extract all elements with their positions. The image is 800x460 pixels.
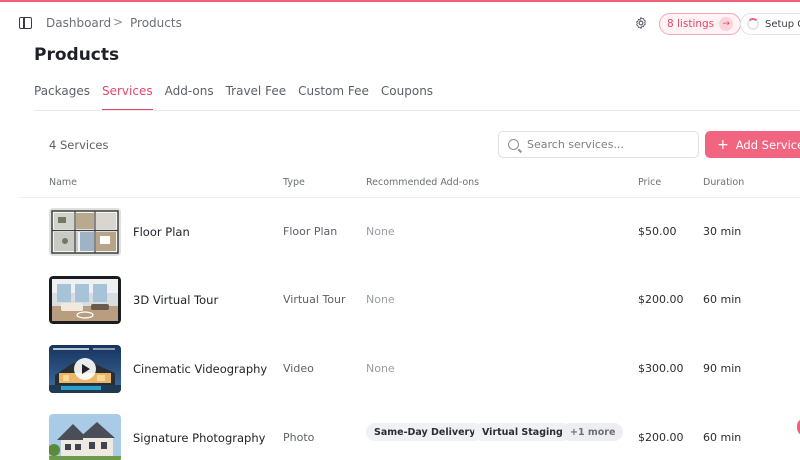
- column-header-type[interactable]: Type: [283, 177, 305, 188]
- service-duration: 30 min: [703, 225, 742, 238]
- virtual-tour-thumbnail: [49, 276, 121, 324]
- breadcrumb-products: Products: [130, 16, 182, 30]
- add-service-label: Add Service: [735, 137, 800, 152]
- tab-services[interactable]: Services: [102, 84, 153, 111]
- table-row[interactable]: Signature Photography Photo Same-Day Del…: [18, 404, 800, 460]
- table-row[interactable]: Floor Plan Floor Plan None $50.00 30 min: [18, 198, 800, 266]
- page-title: Products: [34, 45, 120, 65]
- service-duration: 60 min: [703, 431, 742, 444]
- service-addons: None: [366, 293, 395, 306]
- floor-plan-thumbnail: [49, 208, 121, 256]
- sidebar-toggle-icon[interactable]: [19, 17, 32, 29]
- table-row[interactable]: Cinematic Videography Video None $300.00…: [18, 335, 800, 403]
- service-addons: None: [366, 362, 395, 375]
- tab-add-ons[interactable]: Add-ons: [165, 84, 214, 110]
- play-icon[interactable]: [74, 358, 96, 380]
- column-header-addons[interactable]: Recommended Add-ons: [366, 177, 479, 188]
- search-icon: [508, 139, 519, 150]
- service-addons: None: [366, 225, 395, 238]
- column-header-duration[interactable]: Duration: [703, 177, 744, 188]
- service-duration: 90 min: [703, 362, 742, 375]
- service-name[interactable]: Signature Photography: [133, 431, 265, 445]
- progress-ring-icon: [747, 18, 759, 30]
- service-price: $50.00: [638, 225, 677, 238]
- listings-label: 8 listings: [667, 18, 715, 30]
- photo-thumbnail: [49, 414, 121, 460]
- column-header-price[interactable]: Price: [638, 177, 661, 188]
- tab-packages[interactable]: Packages: [34, 84, 90, 110]
- service-name[interactable]: Cinematic Videography: [133, 362, 267, 376]
- service-name[interactable]: Floor Plan: [133, 225, 190, 239]
- search-box[interactable]: [498, 131, 699, 158]
- add-service-button[interactable]: + Add Service: [705, 131, 800, 158]
- service-type: Video: [283, 362, 314, 375]
- service-duration: 60 min: [703, 293, 742, 306]
- setup-guide-button[interactable]: Setup G: [740, 13, 800, 35]
- service-type: Floor Plan: [283, 225, 338, 238]
- search-input[interactable]: [527, 138, 687, 151]
- setup-guide-label: Setup G: [765, 18, 800, 30]
- service-price: $200.00: [638, 293, 684, 306]
- tabs-divider: [34, 110, 800, 111]
- tab-coupons[interactable]: Coupons: [381, 84, 433, 110]
- product-tabs: Packages Services Add-ons Travel Fee Cus…: [34, 84, 445, 111]
- tab-custom-fee[interactable]: Custom Fee: [298, 84, 369, 110]
- gear-icon[interactable]: [634, 16, 648, 30]
- service-name[interactable]: 3D Virtual Tour: [133, 293, 218, 307]
- arrow-right-icon: →: [719, 17, 734, 31]
- plus-icon: +: [717, 136, 729, 153]
- addon-chip: Same-Day Delivery: [366, 423, 484, 441]
- table-row[interactable]: 3D Virtual Tour Virtual Tour None $200.0…: [18, 266, 800, 334]
- service-price: $200.00: [638, 431, 684, 444]
- service-type: Photo: [283, 431, 315, 444]
- services-count: 4 Services: [49, 138, 109, 152]
- column-header-name[interactable]: Name: [49, 177, 77, 188]
- service-type: Virtual Tour: [283, 293, 346, 306]
- tab-travel-fee[interactable]: Travel Fee: [226, 84, 287, 110]
- listings-button[interactable]: 8 listings →: [659, 13, 742, 35]
- top-bar: Dashboard > Products 8 listings → Setup …: [0, 2, 800, 46]
- service-price: $300.00: [638, 362, 684, 375]
- breadcrumb-dashboard[interactable]: Dashboard: [46, 16, 111, 30]
- more-addons-chip[interactable]: +1 more: [562, 423, 624, 441]
- breadcrumb-separator: >: [113, 15, 124, 29]
- addon-chip: Virtual Staging: [474, 423, 571, 441]
- video-thumbnail: [49, 345, 121, 393]
